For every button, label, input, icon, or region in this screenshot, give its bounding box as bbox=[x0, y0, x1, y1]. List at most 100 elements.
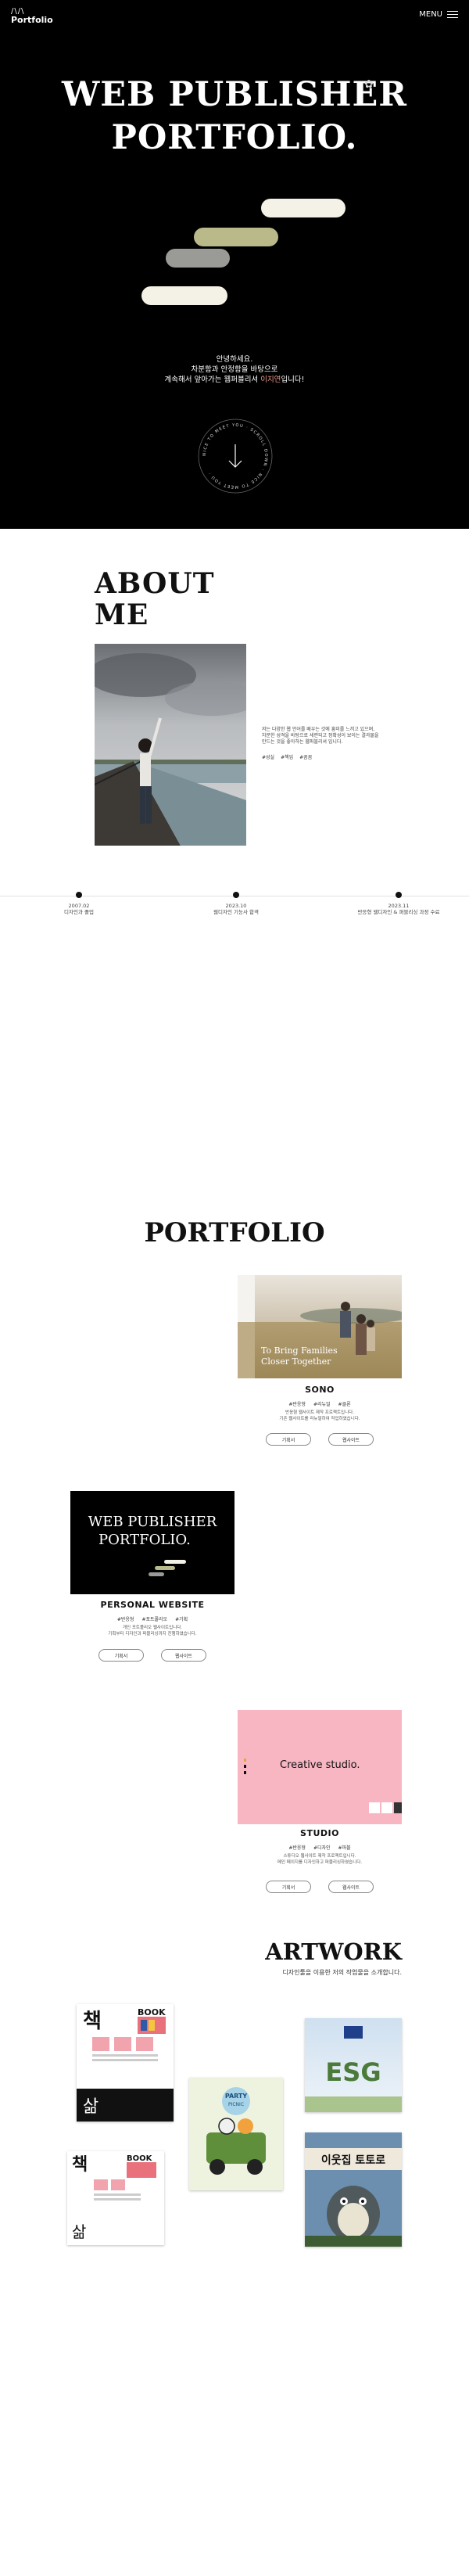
project-tag: #반응형 bbox=[116, 1617, 134, 1622]
decor-pill bbox=[194, 228, 278, 246]
art-party-main: PARTY bbox=[225, 2093, 248, 2100]
plan-button[interactable]: 기획서 bbox=[98, 1649, 144, 1662]
art-book2-sub: BOOK bbox=[127, 2154, 153, 2163]
artwork-title: ARTWORK bbox=[265, 1938, 402, 1965]
artwork-subtitle: 디자인툴을 이용한 저의 작업물을 소개합니다. bbox=[282, 1969, 402, 1976]
about-tags: #성실 #책임 #꼼꼼 bbox=[262, 753, 312, 760]
about-tag: #책임 bbox=[281, 755, 294, 760]
plan-button[interactable]: 기획서 bbox=[266, 1881, 311, 1893]
project-tag: #디자인 bbox=[313, 1845, 331, 1851]
artwork-book-poster[interactable]: 책 BOOK 삶 bbox=[77, 2004, 174, 2122]
project-tag: #반응형 bbox=[288, 1845, 306, 1851]
project-thumbnail-studio[interactable]: Creative studio. bbox=[238, 1710, 402, 1824]
project-buttons: 기획서 웹사이트 bbox=[238, 1433, 402, 1446]
timeline-item: 2023.11 반응형 웹디자인 & 퍼블리싱 과정 수료 bbox=[356, 892, 442, 915]
project-desc-line: 기존 웹사이트를 리뉴얼하여 작업하였습니다. bbox=[279, 1416, 360, 1421]
project-thumbnail-sono[interactable]: To Bring Families Closer Together bbox=[238, 1275, 402, 1378]
profile-photo bbox=[95, 644, 246, 846]
project-desc-line: 기획부터 디자인과 퍼블리싱까지 진행하였습니다. bbox=[108, 1631, 197, 1636]
sono-caption-line1: To Bring Families bbox=[261, 1345, 338, 1356]
artwork-book-poster-2[interactable]: 책 BOOK 삶 bbox=[67, 2151, 164, 2245]
decor-pill bbox=[141, 286, 227, 305]
project-name: STUDIO bbox=[300, 1828, 339, 1838]
timeline-item: 2023.10 웹디자인 기능사 합격 bbox=[211, 892, 261, 915]
project-desc-line: 개인 포트폴리오 웹사이트입니다. bbox=[122, 1626, 183, 1630]
scroll-down-button[interactable]: NICE TO MEET YOU · SCROLL DOWN · NICE TO… bbox=[197, 418, 274, 494]
site-logo[interactable]: /\/\ Portfolio bbox=[11, 8, 53, 25]
project-description: 반응형 웹사이트 제작 프로젝트입니다. 기존 웹사이트를 리뉴얼하여 작업하였… bbox=[238, 1410, 402, 1422]
project-tags: #반응형 #포트폴리오 #기획 bbox=[70, 1615, 234, 1622]
timeline-desc: 웹디자인 기능사 합격 bbox=[213, 909, 259, 915]
timeline-date: 2023.10 bbox=[225, 903, 247, 909]
website-button[interactable]: 웹사이트 bbox=[328, 1433, 374, 1446]
about-tag: #성실 bbox=[262, 755, 275, 760]
arrow-down-icon bbox=[228, 444, 242, 468]
timeline-date: 2023.11 bbox=[388, 903, 410, 909]
about-tag: #꼼꼼 bbox=[299, 755, 313, 760]
intro-line: 차분함과 안정함을 바탕으로 bbox=[191, 365, 278, 374]
intro-name: 이지연 bbox=[260, 375, 281, 384]
project-desc-line: 메인 페이지를 디자인하고 퍼블리싱하였습니다. bbox=[277, 1859, 363, 1865]
flower-icon: ✿ bbox=[364, 78, 374, 91]
project-name: SONO bbox=[305, 1385, 335, 1395]
menu-icon bbox=[447, 11, 458, 18]
about-text-line: 저는 다양한 웹 언어를 배우는 것에 흥미를 느끼고 있으며, bbox=[262, 727, 375, 732]
art-totoro-main: 이웃집 토토로 bbox=[321, 2154, 385, 2167]
menu-button[interactable]: MENU bbox=[419, 10, 458, 19]
timeline-date: 2007.02 bbox=[68, 903, 90, 909]
intro-text: 계속해서 앞아가는 웹퍼블리셔 bbox=[164, 375, 261, 384]
website-button[interactable]: 웹사이트 bbox=[161, 1649, 206, 1662]
intro-line: 안녕하세요. bbox=[216, 355, 253, 364]
page: /\/\ Portfolio MENU WEB PUBLISHER PORTFO… bbox=[0, 0, 469, 2576]
intro-line: 계속해서 앞아가는 웹퍼블리셔 이지연입니다! bbox=[0, 375, 469, 385]
decor-pill bbox=[261, 199, 345, 217]
project-desc-line: 스튜디오 웹사이트 제작 프로젝트입니다. bbox=[283, 1854, 356, 1859]
hero-title: WEB PUBLISHER PORTFOLIO. bbox=[0, 74, 469, 160]
hero-intro: 안녕하세요. 차분함과 안정함을 바탕으로 계속해서 앞아가는 웹퍼블리셔 이지… bbox=[0, 354, 469, 385]
hero-title-line1: WEB PUBLISHER bbox=[61, 75, 408, 114]
art-party-sub: PICNIC bbox=[228, 2102, 244, 2107]
plan-button[interactable]: 기획서 bbox=[266, 1433, 311, 1446]
art-book2-footer: 삶 bbox=[72, 2222, 86, 2241]
project-tags: #반응형 #리뉴얼 #클론 bbox=[238, 1400, 402, 1407]
portfolio-title: PORTFOLIO bbox=[144, 1217, 325, 1248]
project-tags: #반응형 #디자인 #퍼블 bbox=[238, 1844, 402, 1851]
project-buttons: 기획서 웹사이트 bbox=[70, 1649, 234, 1662]
project-tag: #클론 bbox=[338, 1402, 351, 1407]
artwork-totoro-poster[interactable]: 이웃집 토토로 bbox=[305, 2132, 402, 2247]
artwork-party-poster[interactable]: PARTY PICNIC bbox=[189, 2078, 283, 2190]
timeline-dot bbox=[396, 892, 402, 898]
project-desc-line: 반응형 웹사이트 제작 프로젝트입니다. bbox=[285, 1410, 354, 1415]
timeline-dot bbox=[233, 892, 239, 898]
project-description: 스튜디오 웹사이트 제작 프로젝트입니다. 메인 페이지를 디자인하고 퍼블리싱… bbox=[238, 1854, 402, 1866]
about-title-line1: ABOUT bbox=[95, 567, 215, 600]
art-book-footer: 삶 bbox=[83, 2097, 98, 2117]
about-title-line2: ME bbox=[95, 598, 149, 631]
project-tag: #퍼블 bbox=[338, 1845, 351, 1851]
hero-section: /\/\ Portfolio MENU WEB PUBLISHER PORTFO… bbox=[0, 0, 469, 529]
project-description: 개인 포트폴리오 웹사이트입니다. 기획부터 디자인과 퍼블리싱까지 진행하였습… bbox=[70, 1626, 234, 1637]
scroll-ring: NICE TO MEET YOU · SCROLL DOWN · NICE TO… bbox=[198, 419, 273, 494]
timeline-desc: 반응형 웹디자인 & 퍼블리싱 과정 수료 bbox=[357, 909, 440, 915]
artwork-esg-poster[interactable]: ESG bbox=[305, 2018, 402, 2112]
studio-image-title: Creative studio. bbox=[280, 1759, 360, 1771]
project-name: PERSONAL WEBSITE bbox=[100, 1600, 205, 1610]
project-tag: #리뉴얼 bbox=[313, 1402, 331, 1407]
sono-caption-line2: Closer Together bbox=[261, 1356, 331, 1367]
project-tag: #포트폴리오 bbox=[141, 1617, 168, 1622]
timeline-item: 2007.02 디자인과 졸업 bbox=[59, 892, 98, 915]
logo-text: Portfolio bbox=[11, 15, 53, 25]
project-tag: #반응형 bbox=[288, 1402, 306, 1407]
website-button[interactable]: 웹사이트 bbox=[328, 1881, 374, 1893]
project-buttons: 기획서 웹사이트 bbox=[238, 1881, 402, 1893]
personal-title-line1: WEB PUBLISHER bbox=[88, 1514, 217, 1530]
art-esg-main: ESG bbox=[325, 2057, 381, 2087]
intro-text: 입니다! bbox=[281, 375, 305, 384]
project-tag: #기획 bbox=[175, 1617, 188, 1622]
menu-label: MENU bbox=[419, 10, 442, 19]
about-description: 저는 다양한 웹 언어를 배우는 것에 흥미를 느끼고 있으며, 차분한 성격을… bbox=[262, 727, 418, 745]
about-text-line: 차분한 성격을 바탕으로 세련되고 정확성이 보이는 결과물을 bbox=[262, 733, 379, 738]
decor-pill bbox=[166, 249, 230, 268]
project-thumbnail-personal[interactable]: WEB PUBLISHER PORTFOLIO. bbox=[70, 1491, 234, 1594]
art-book-main: 책 bbox=[83, 2010, 102, 2033]
